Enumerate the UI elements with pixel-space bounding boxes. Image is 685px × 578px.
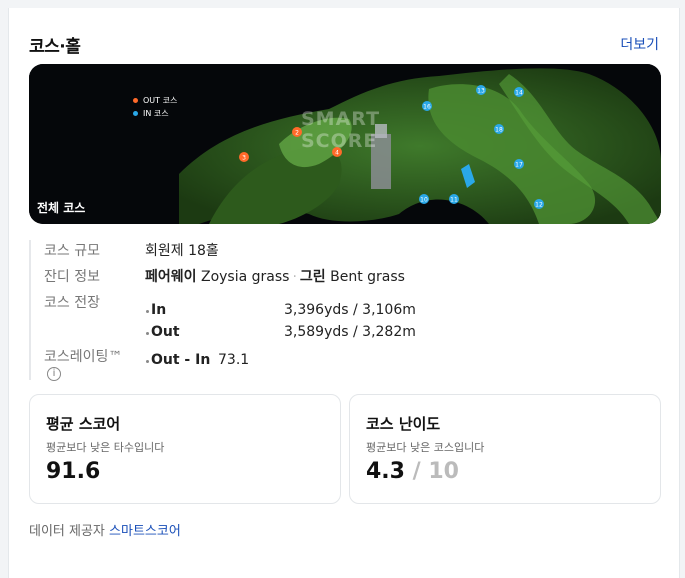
avg-score-card: 평균 스코어 평균보다 낮은 타수입니다 91.6 xyxy=(29,394,341,504)
bullet-icon xyxy=(146,360,149,363)
map-legend: OUT 코스 IN 코스 xyxy=(133,94,177,120)
avg-score-value: 91.6 xyxy=(46,459,101,484)
hole-number-label: 11 xyxy=(450,197,458,204)
provider-prefix: 데이터 제공자 xyxy=(29,524,110,539)
hole-number-label: 12 xyxy=(535,202,543,209)
watermark-logo: SMART SCORE xyxy=(301,108,381,152)
hole-number-label: 2 xyxy=(295,130,299,137)
bullet-icon xyxy=(146,310,149,313)
legend-in-label: IN 코스 xyxy=(143,109,169,118)
length-out-name: Out xyxy=(151,324,180,340)
difficulty-value: 4.3 xyxy=(366,459,405,484)
difficulty-desc: 평균보다 낮은 코스입니다 xyxy=(366,441,485,454)
hole-number-label: 13 xyxy=(477,88,485,95)
provider-link[interactable]: 스마트스코어 xyxy=(109,524,181,539)
course-map[interactable]: 2 3 4 10 11 12 13 14 16 17 18 OUT 코스 IN 코스 SMART S… xyxy=(29,64,661,224)
info-icon[interactable]: i xyxy=(47,367,61,381)
difficulty-value-group: 4.3 / 10 xyxy=(366,459,459,484)
legend-out: OUT 코스 xyxy=(133,94,177,107)
hole-number-label: 16 xyxy=(423,104,431,111)
avg-score-desc: 평균보다 낮은 타수입니다 xyxy=(46,441,165,454)
hole-number-label: 17 xyxy=(515,162,523,169)
green-type: Bent grass xyxy=(330,269,405,285)
data-provider: 데이터 제공자 스마트스코어 xyxy=(29,520,181,539)
map-label: 전체 코스 xyxy=(37,201,86,215)
difficulty-title: 코스 난이도 xyxy=(366,415,441,433)
hole-number-label: 3 xyxy=(242,155,246,162)
course-info: 코스 규모 회원제 18홀 잔디 정보 페어웨이 Zoysia grass · 그린… xyxy=(29,240,429,381)
card-header: 코스·홀 더보기 xyxy=(29,32,659,57)
rating-name: Out - In xyxy=(151,352,211,368)
bullet-icon xyxy=(146,332,149,335)
rating-value: 73.1 xyxy=(218,352,250,368)
difficulty-card: 코스 난이도 평균보다 낮은 코스입니다 4.3 / 10 xyxy=(349,394,661,504)
hole-number-label: 10 xyxy=(420,197,428,204)
hole-number-label: 14 xyxy=(515,90,523,97)
out-course-dot-icon xyxy=(133,98,138,103)
course-hole-card: 코스·홀 더보기 2 3 4 10 11 12 13 14 16 17 18 O… xyxy=(8,8,680,578)
scale-label: 코스 규모 xyxy=(44,243,100,259)
length-label: 코스 전장 xyxy=(44,295,100,311)
length-in-name: In xyxy=(151,302,167,318)
turf-value: 페어웨이 Zoysia grass · 그린 Bent grass xyxy=(145,266,405,286)
green-name: 그린 xyxy=(299,269,326,285)
legend-in: IN 코스 xyxy=(133,107,177,120)
turf-label: 잔디 정보 xyxy=(44,269,100,285)
turf-separator: · xyxy=(292,269,297,285)
fairway-name: 페어웨이 xyxy=(145,269,197,285)
difficulty-max: / 10 xyxy=(404,459,459,484)
scale-value: 회원제 18홀 xyxy=(145,243,219,259)
length-out-value: 3,589yds / 3,282m xyxy=(284,324,416,340)
rating-label: 코스레이팅™ xyxy=(44,349,123,365)
avg-score-title: 평균 스코어 xyxy=(46,415,121,433)
more-link[interactable]: 더보기 xyxy=(620,34,659,54)
in-course-dot-icon xyxy=(133,111,138,116)
length-in-value: 3,396yds / 3,106m xyxy=(284,302,416,318)
fairway-type: Zoysia grass xyxy=(200,269,290,285)
hole-number-label: 18 xyxy=(495,127,503,134)
card-title: 코스·홀 xyxy=(29,37,81,57)
legend-out-label: OUT 코스 xyxy=(143,96,178,105)
